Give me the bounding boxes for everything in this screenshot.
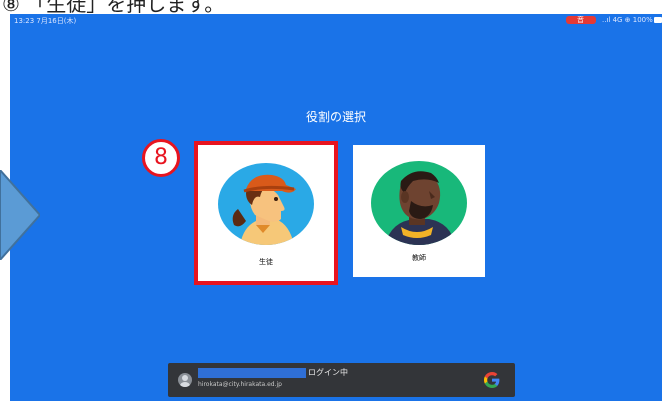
instruction-heading: ⑧ 「生徒」を押します。 (2, 0, 225, 14)
student-avatar-icon (218, 163, 314, 245)
role-selection-title: 役割の選択 (305, 110, 366, 124)
device-screen: 13:23 7月16日(木) 音 ..ıl 4G ⊕ 100% 役割の選択 生徒… (10, 14, 662, 401)
status-signal-battery: ..ıl 4G ⊕ 100% (602, 16, 653, 24)
step-number-badge: 8 (142, 139, 180, 177)
student-role-label: 生徒 (259, 258, 273, 266)
google-icon (484, 372, 500, 388)
teacher-role-card[interactable]: 教師 (353, 145, 485, 277)
account-email: hirokata@city.hirakata.ed.jp (198, 381, 282, 388)
account-bar: ログイン中 hirokata@city.hirakata.ed.jp (168, 363, 515, 397)
account-login-status: ログイン中 (308, 368, 348, 377)
instruction-strip: ⑧ 「生徒」を押します。 (0, 0, 666, 14)
status-bar: 13:23 7月16日(木) 音 ..ıl 4G ⊕ 100% (10, 14, 662, 28)
status-indicator-text: 音 (577, 16, 584, 24)
teacher-role-label: 教師 (412, 254, 426, 262)
tutorial-arrow-icon (0, 170, 40, 260)
redacted-name-bar (198, 368, 306, 378)
account-avatar-icon (178, 373, 192, 387)
teacher-avatar-icon (371, 161, 467, 245)
student-role-card[interactable]: 生徒 (194, 141, 338, 285)
battery-icon (654, 17, 662, 23)
status-indicator-pill: 音 (566, 16, 596, 24)
status-time: 13:23 7月16日(木) (14, 17, 77, 25)
